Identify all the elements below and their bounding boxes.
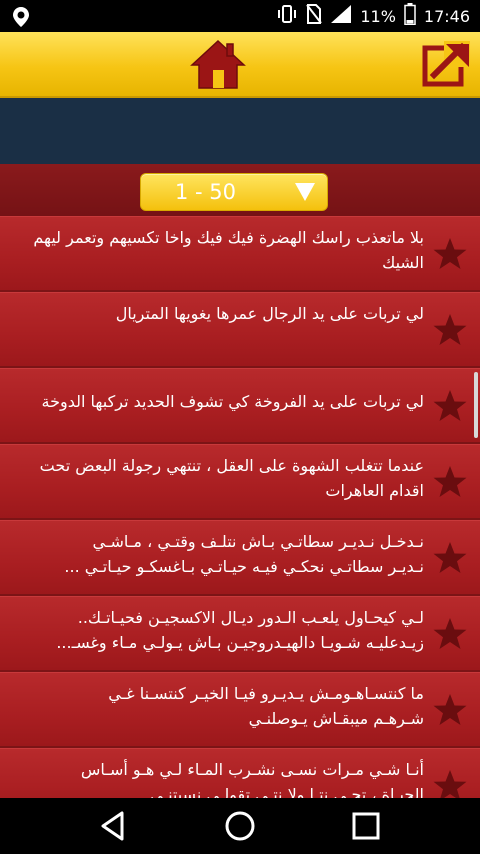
list-item[interactable]: بلا ماتعذب راسك الهضرة فيك فيك واخا تكسي… — [0, 216, 480, 290]
home-nav-button[interactable] — [224, 810, 256, 842]
list-item-text: عندما تتغلب الشهوة على العقل ، تنتهي رجو… — [39, 456, 424, 500]
home-icon — [190, 39, 246, 89]
triangle-down-icon — [295, 183, 315, 201]
list-item[interactable]: عندما تتغلب الشهوة على العقل ، تنتهي رجو… — [0, 444, 480, 518]
home-button[interactable] — [190, 38, 246, 90]
star-icon[interactable] — [432, 768, 468, 798]
back-button[interactable] — [98, 810, 130, 842]
star-icon[interactable] — [432, 388, 468, 424]
vibrate-icon — [276, 5, 298, 27]
list-item[interactable]: لي تربات على يد الفروخة كي تشوف الحديد ت… — [0, 368, 480, 442]
list-item[interactable]: أنـا شـي مـرات نسـى نشـرب المـاء لـي هـو… — [0, 748, 480, 798]
back-triangle-icon — [101, 811, 124, 841]
no-sim-icon — [306, 4, 323, 28]
scrollbar-thumb[interactable] — [474, 372, 478, 438]
range-selector-row: 1 - 50 — [0, 164, 480, 216]
star-icon[interactable] — [432, 312, 468, 348]
list-item[interactable]: ما كنتسـاهـومـش يـديـرو فيـا الخيـر كنتس… — [0, 672, 480, 746]
quotes-list: بلا ماتعذب راسك الهضرة فيك فيك واخا تكسي… — [0, 216, 480, 798]
system-nav-bar — [0, 798, 480, 854]
star-icon[interactable] — [432, 464, 468, 500]
range-label: 1 - 50 — [175, 180, 237, 204]
list-item-text: لي تربات على يد الفروخة كي تشوف الحديد ت… — [41, 392, 424, 411]
status-bar: 11% 17:46 — [0, 0, 480, 32]
status-time: 17:46 — [423, 6, 470, 26]
share-button[interactable] — [422, 38, 472, 88]
list-item-text: ما كنتسـاهـومـش يـديـرو فيـا الخيـر كنتس… — [108, 684, 424, 728]
battery-percent: 11% — [360, 6, 396, 26]
star-icon[interactable] — [432, 540, 468, 576]
recents-button[interactable] — [350, 810, 382, 842]
share-out-icon — [422, 41, 470, 87]
list-item-text: بلا ماتعذب راسك الهضرة فيك فيك واخا تكسي… — [33, 228, 424, 272]
recents-square-icon — [352, 812, 380, 840]
location-pin-icon — [10, 6, 32, 28]
home-circle-icon — [225, 811, 255, 841]
star-icon[interactable] — [432, 236, 468, 272]
status-indicators: 11% 17:46 — [276, 0, 470, 32]
list-item-text: أنـا شـي مـرات نسـى نشـرب المـاء لـي هـو… — [80, 760, 424, 798]
star-icon[interactable] — [432, 616, 468, 652]
app-header — [0, 32, 480, 98]
ad-banner-area — [0, 98, 480, 164]
list-item[interactable]: نـدخـل نـديـر سطاتـي بـاش نتلـف وقتـي ، … — [0, 520, 480, 594]
list-item[interactable]: لي تربات على يد الرجال عمرها يغويها المت… — [0, 292, 480, 366]
battery-icon — [404, 3, 416, 29]
list-item[interactable]: لـي كيحـاول يلعـب الـدور ديـال الاكسجيـن… — [0, 596, 480, 670]
signal-icon — [330, 4, 352, 28]
star-icon[interactable] — [432, 692, 468, 728]
content-area: 1 - 50 بلا ماتعذب راسك الهضرة فيك فيك وا… — [0, 164, 480, 798]
range-dropdown[interactable]: 1 - 50 — [140, 173, 328, 211]
list-item-text: لي تربات على يد الرجال عمرها يغويها المت… — [115, 304, 424, 323]
list-item-text: نـدخـل نـديـر سطاتـي بـاش نتلـف وقتـي ، … — [64, 532, 424, 576]
list-item-text: لـي كيحـاول يلعـب الـدور ديـال الاكسجيـن… — [56, 608, 424, 652]
